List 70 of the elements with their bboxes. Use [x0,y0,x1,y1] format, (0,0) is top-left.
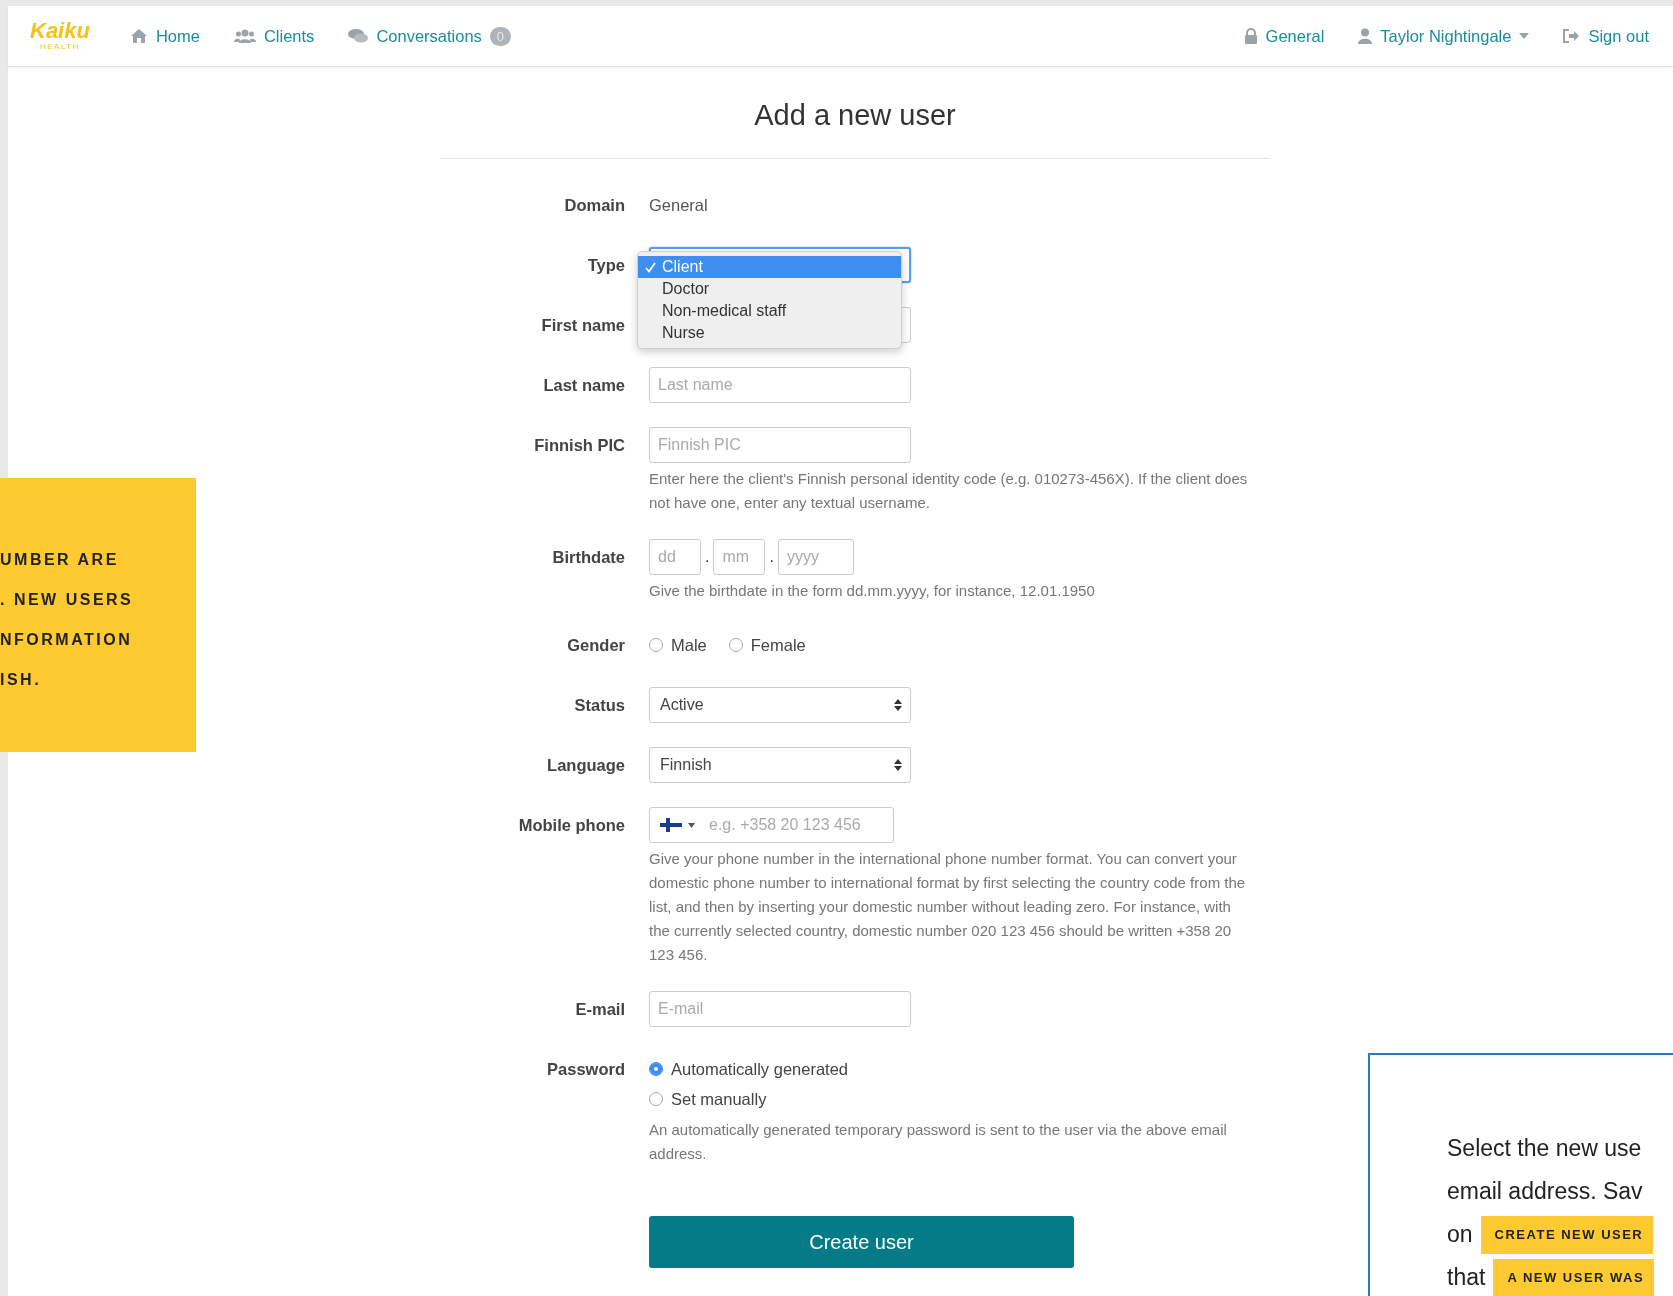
field-label: Finnish PIC [533,435,625,456]
check-icon [645,261,656,273]
help-text: An automatically generated temporary password is sent to the user via the above email address. [649,1120,1228,1164]
user-icon [1358,28,1373,44]
text-field[interactable]: Finnish PIC [649,427,911,463]
field-value: General [649,195,708,216]
radio-button[interactable] [649,638,663,652]
updown-arrows-icon [894,698,902,712]
nav-link[interactable]: Home [129,26,200,46]
field-label: Birthdate [551,547,625,568]
callout-text: on [1447,1220,1473,1249]
radio-option[interactable]: Female [728,627,806,663]
date-separator: . [769,548,774,566]
field-label: Domain [563,195,625,216]
dropdown-option[interactable]: Doctor [638,278,901,300]
field-label: Status [573,695,625,716]
dropdown-option[interactable]: Nurse [638,322,901,344]
date-field[interactable]: yyyy [777,539,854,575]
date-separator: . [705,548,710,566]
help-text: Enter here the client's Finnish personal identity code (e.g. 010273-456X). If the client does not have one, enter any textual username. [649,469,1249,513]
select-field[interactable]: Active [649,687,911,723]
sign-out-icon [1563,29,1581,43]
text-field[interactable]: E-mail [649,991,911,1027]
nav-link[interactable]: General [1243,26,1325,46]
field-label: Language [546,755,625,776]
text-field[interactable]: Last name [649,367,911,403]
chat-icon [348,28,369,44]
radio-option[interactable]: Automatically generated [649,1054,849,1084]
field-label: Password [546,1059,625,1080]
select-field[interactable]: Finnish [649,747,911,783]
help-text: Give the birthdate in the form dd.mm.yyyy, for instance, 12.01.1950 [649,581,1096,601]
flag-icon [660,818,682,832]
radio-button[interactable] [649,1092,663,1106]
radio-option[interactable]: Set manually [649,1084,849,1114]
callout-text: NFORMATION [0,630,134,650]
dropdown-option[interactable]: Non-medical staff [638,300,901,322]
count-badge: 0 [489,26,512,46]
field-label: First name [540,315,625,336]
caret-icon [688,822,695,828]
page-title: Add a new user [753,99,957,132]
callout-text: email address. Sav [1447,1177,1643,1206]
field-label: Mobile phone [517,815,625,836]
date-field[interactable]: mm [713,539,766,575]
callout-text: Select the new use [1447,1134,1642,1163]
highlight-label: A NEW USER WAS [1493,1258,1655,1296]
lock-icon [1243,28,1258,44]
nav-link[interactable]: Sign out [1563,26,1649,46]
nav-link[interactable]: Clients [233,26,315,46]
home-icon [129,28,148,44]
callout-text: that [1447,1263,1486,1292]
phone-field[interactable]: e.g. +358 20 123 456 [649,807,894,843]
create-user-button[interactable]: Create user [649,1216,1074,1268]
radio-button[interactable] [649,1062,663,1076]
caret-icon [1519,33,1530,39]
field-label: E-mail [574,999,625,1020]
nav-link[interactable]: Taylor Nightingale [1358,26,1530,46]
highlight-label: CREATE NEW USER [1480,1215,1654,1254]
field-label: Gender [566,635,625,656]
nav-link[interactable]: Conversations 0 [348,26,512,46]
radio-option[interactable]: Male [649,627,707,663]
users-icon [233,28,256,44]
help-text: Give your phone number in the international phone number format. You can convert your domestic phone number to international format by first selecting the country code from the list, and then by inserting your domestic number without leading zero. For instance, with the currently selected country, domestic number 020 123 456 should be written +358 20 123 456. [649,849,1247,965]
updown-arrows-icon [894,758,902,772]
callout-text: UMBER ARE [0,550,120,570]
callout-text: ISH. [0,670,43,690]
callout-text: . NEW USERS [0,590,135,610]
radio-button[interactable] [728,638,743,652]
field-label: Last name [542,375,625,396]
field-label: Type [586,255,625,276]
date-field[interactable]: dd [649,539,701,575]
